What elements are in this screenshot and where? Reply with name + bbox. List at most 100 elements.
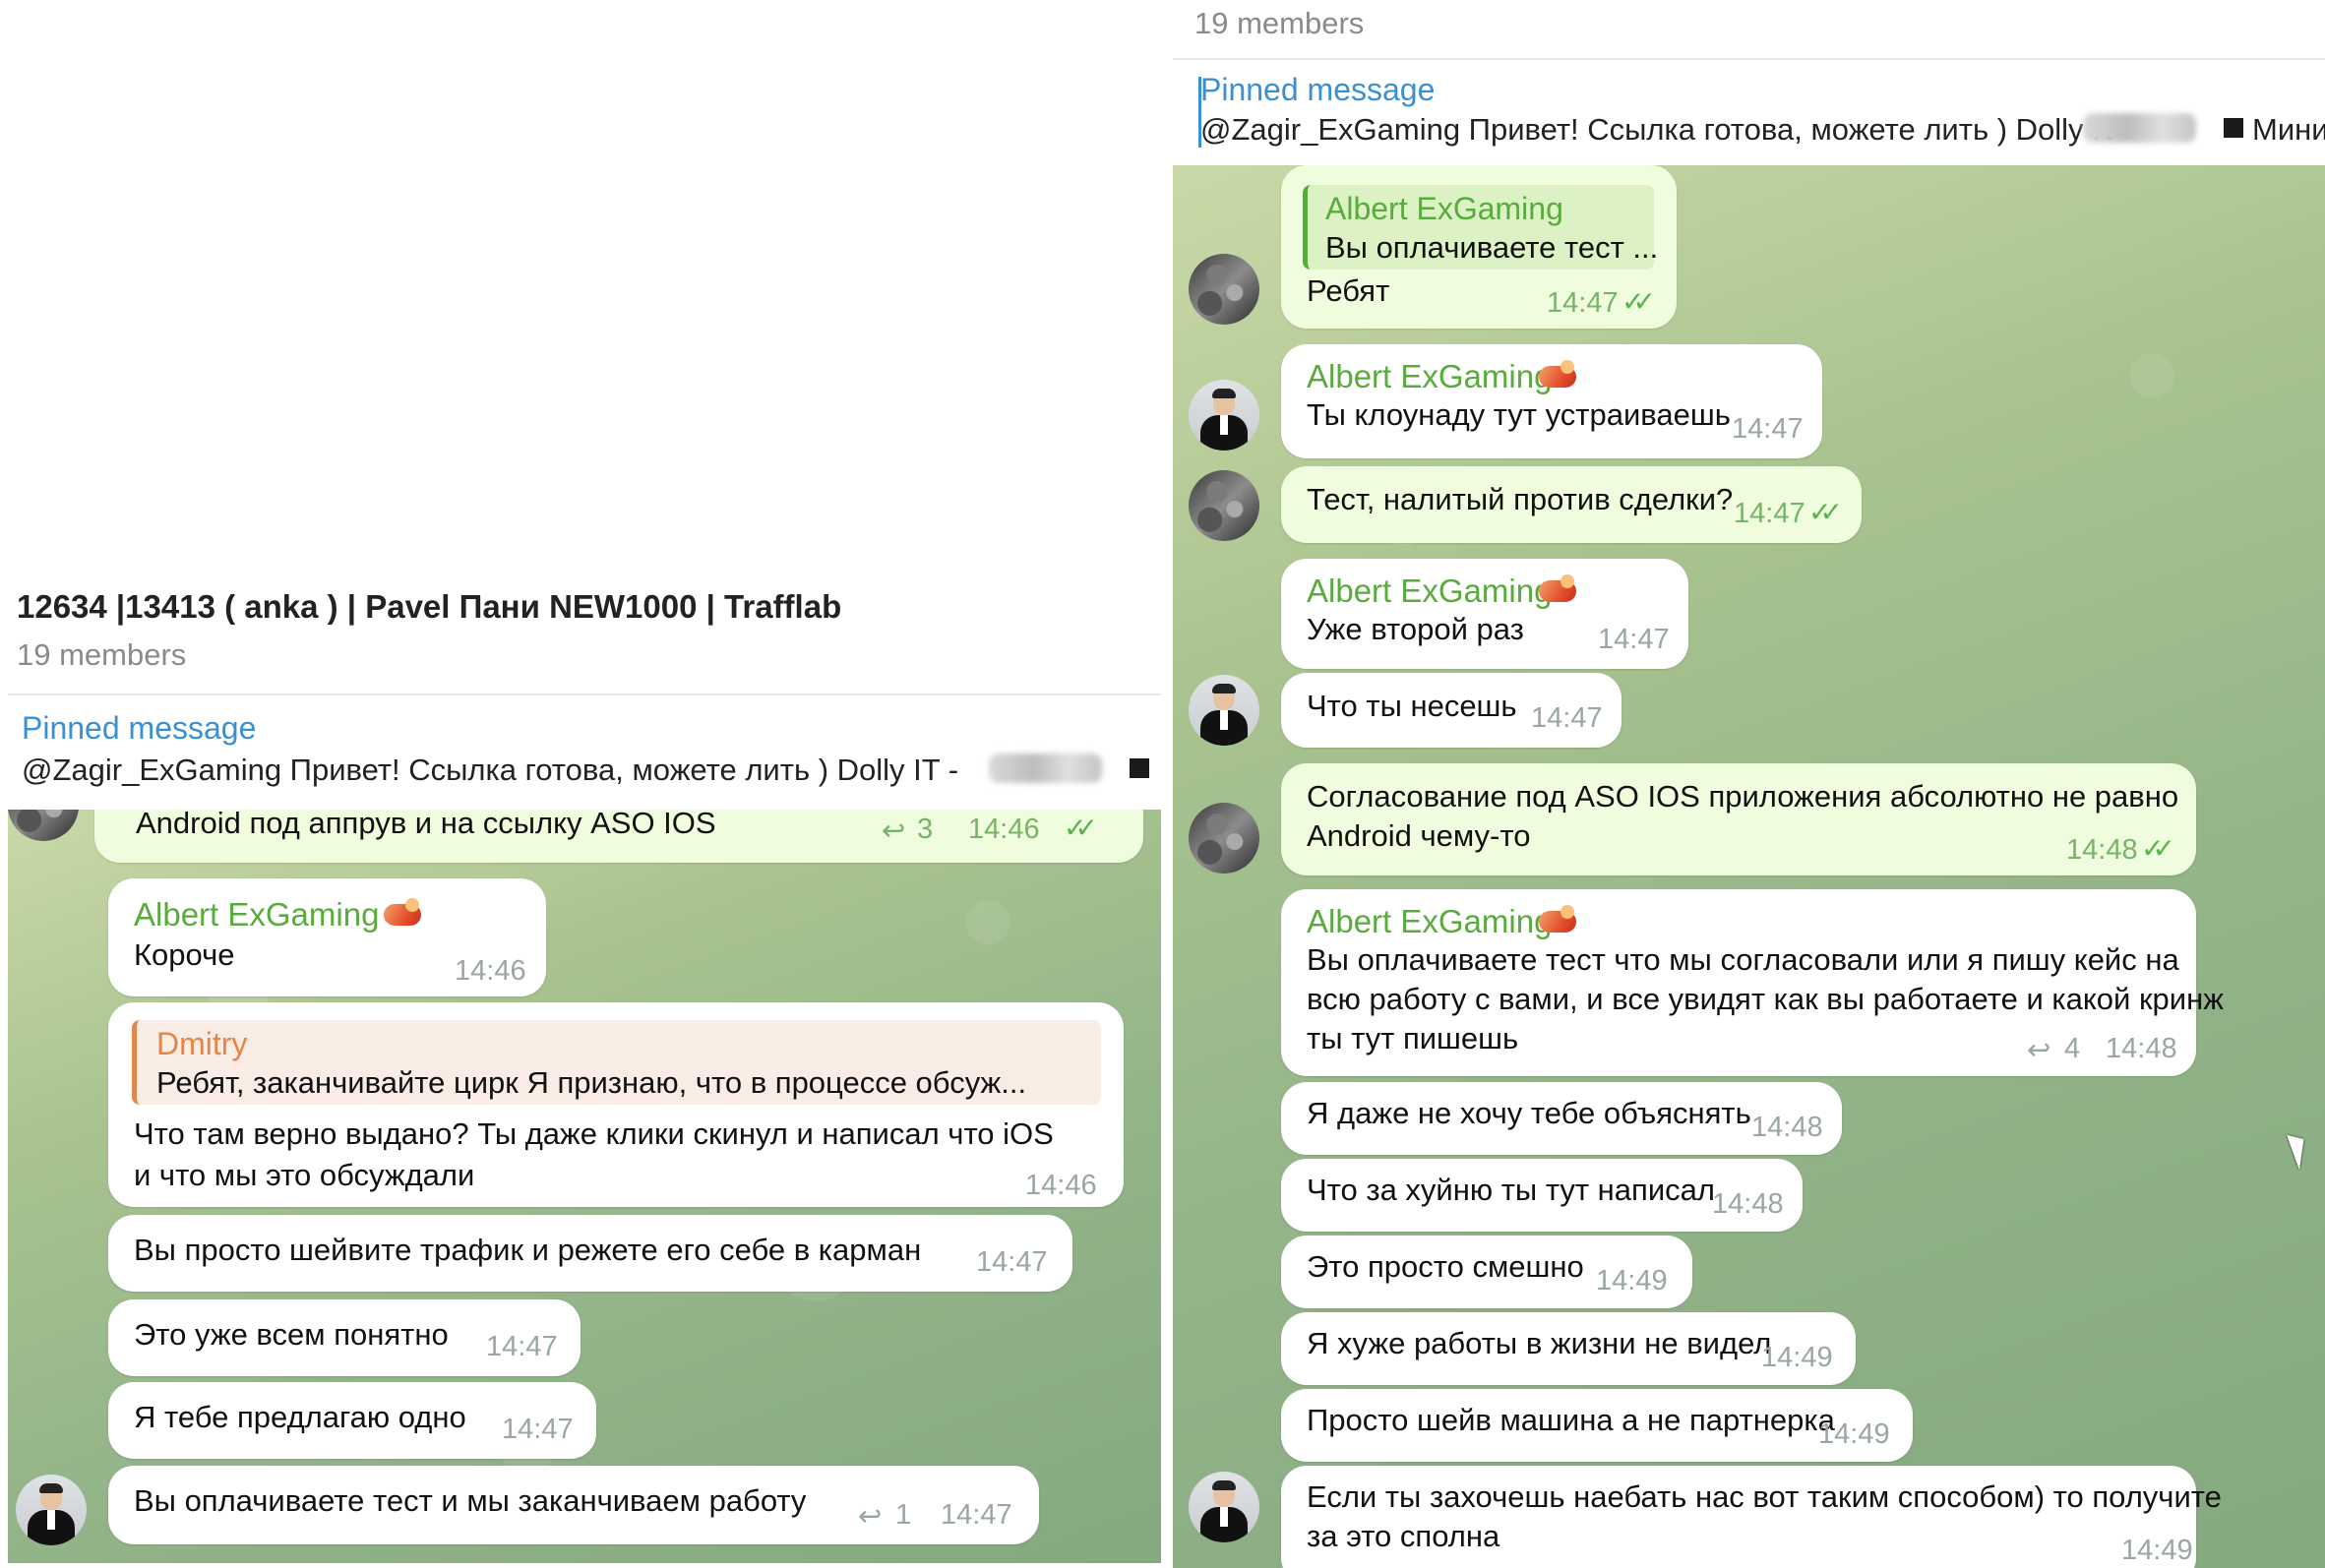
avatar[interactable]	[1189, 470, 1259, 541]
message-bubble[interactable]: Это просто смешно 14:49	[1281, 1236, 1692, 1308]
handshake-emoji-icon	[1539, 905, 1576, 933]
avatar[interactable]	[1189, 1472, 1259, 1542]
reply-quote[interactable]: Albert ExGaming Вы оплачиваете тест ...	[1303, 185, 1658, 270]
message-text-line2: Android чему-то	[1307, 818, 1531, 853]
avatar[interactable]	[1189, 675, 1259, 746]
message-time: 14:48	[2066, 834, 2138, 866]
message-text: Ты клоунаду тут устраиваешь	[1307, 397, 1731, 432]
double-check-icon: ✓✓	[1064, 813, 1098, 843]
message-bubble[interactable]: Я тебе предлагаю одно 14:47	[108, 1382, 596, 1459]
avatar[interactable]	[16, 1475, 87, 1545]
message-bubble[interactable]: Тест, налитый против сделки? 14:47 ✓✓	[1281, 466, 1862, 543]
message-text-line1: Согласование под ASO IOS приложения абсо…	[1307, 779, 2179, 814]
sender-name[interactable]: Albert ExGaming	[1307, 903, 1552, 940]
message-bubble[interactable]: Albert ExGaming Вы оплачиваете тест ... …	[1281, 165, 1677, 329]
message-text-line2: за это сполна	[1307, 1519, 1500, 1553]
header-divider	[1173, 58, 2325, 60]
pinned-label: Pinned message	[1200, 72, 1436, 107]
pinned-text-tail: Мини	[2252, 112, 2325, 147]
reply-arrow-icon[interactable]: ↩	[858, 1499, 882, 1534]
message-text: Вы просто шейвите трафик и режете его се…	[134, 1233, 922, 1267]
message-time: 14:49	[1761, 1342, 1833, 1373]
message-bubble[interactable]: Albert ExGaming Уже второй раз 14:47	[1281, 559, 1688, 669]
message-time: 14:48	[1751, 1112, 1823, 1143]
pinned-text: @Zagir_ExGaming Привет! Ссылка готова, м…	[22, 753, 959, 787]
sender-name[interactable]: Albert ExGaming	[134, 896, 379, 934]
message-time: 14:47	[1732, 413, 1804, 445]
reply-quote[interactable]: Dmitry Ребят, заканчивайте цирк Я призна…	[132, 1020, 1101, 1105]
quote-text: Вы оплачиваете тест ...	[1325, 230, 1659, 265]
double-check-icon: ✓✓	[2141, 833, 2175, 864]
message-text: Что за хуйню ты тут написал	[1307, 1173, 1715, 1207]
message-bubble[interactable]: Dmitry Ребят, заканчивайте цирк Я призна…	[108, 1002, 1124, 1207]
header-divider	[8, 694, 1161, 695]
message-bubble[interactable]: Вы оплачиваете тест и мы заканчиваем раб…	[108, 1466, 1039, 1544]
pin-square-icon[interactable]	[1130, 758, 1149, 778]
message-bubble[interactable]: Albert ExGaming Вы оплачиваете тест что …	[1281, 889, 2224, 1076]
message-text: Что ты несешь	[1307, 689, 1517, 723]
message-time: 14:47	[941, 1499, 1012, 1531]
avatar[interactable]	[1189, 254, 1259, 325]
message-time: 14:47	[502, 1414, 574, 1445]
quote-sender: Dmitry	[156, 1026, 248, 1061]
message-bubble[interactable]: Согласование под ASO IOS приложения абсо…	[1281, 763, 2196, 875]
reply-arrow-icon[interactable]: ↩	[2027, 1033, 2050, 1067]
message-time: 14:47	[976, 1246, 1048, 1278]
message-time: 14:47	[486, 1331, 558, 1362]
message-text: Я хуже работы в жизни не видел	[1307, 1326, 1772, 1360]
message-time: 14:49	[2121, 1535, 2193, 1566]
avatar[interactable]	[8, 810, 79, 841]
right-chat-window: 19 members Pinned message @Zagir_ExGamin…	[1173, 0, 2325, 1568]
message-bubble[interactable]: Albert ExGaming Короче 14:46	[108, 878, 546, 996]
message-text-line2: всю работу с вами, и все увидят как вы р…	[1307, 982, 2224, 1016]
left-chat-window: 12634 |13413 ( anka ) | Pavel Пани NEW10…	[0, 0, 1161, 1568]
message-text-line2: и что мы это обсуждали	[134, 1158, 475, 1192]
message-time: 14:48	[1712, 1188, 1784, 1220]
message-bubble[interactable]: Просто шейв машина а не партнерка 14:49	[1281, 1389, 1913, 1462]
message-text: Ребят	[1307, 273, 1390, 308]
message-bubble[interactable]: Что ты несешь 14:47	[1281, 673, 1621, 748]
reply-arrow-icon[interactable]: ↩	[882, 814, 905, 848]
avatar[interactable]	[1189, 380, 1259, 451]
message-time: 14:47	[1734, 498, 1805, 529]
message-time: 14:47	[1598, 624, 1670, 655]
chat-message-area[interactable]: Albert ExGaming Вы оплачиваете тест ... …	[1173, 165, 2325, 1568]
message-bubble[interactable]: Если ты захочешь наебать нас вот таким с…	[1281, 1466, 2222, 1568]
chat-title[interactable]: 12634 |13413 ( anka ) | Pavel Пани NEW10…	[17, 588, 841, 626]
message-text-line1: Что там верно выдано? Ты даже клики скин…	[134, 1116, 1054, 1151]
message-text-line1: Вы оплачиваете тест что мы согласовали и…	[1307, 942, 2179, 977]
blurred-text	[2083, 113, 2196, 143]
message-time: 14:46	[1025, 1170, 1097, 1201]
message-bubble[interactable]: Это уже всем понятно 14:47	[108, 1299, 581, 1376]
pin-square-icon[interactable]	[2224, 118, 2243, 138]
message-bubble[interactable]: Вы просто шейвите трафик и режете его се…	[108, 1215, 1072, 1292]
message-time: 14:49	[1818, 1418, 1890, 1450]
double-check-icon: ✓✓	[1621, 286, 1656, 317]
message-time: 14:46	[455, 955, 526, 987]
message-time: 14:47	[1547, 287, 1619, 319]
mouse-cursor-icon	[2286, 1129, 2314, 1171]
handshake-emoji-icon	[1539, 574, 1576, 602]
sender-name[interactable]: Albert ExGaming	[1307, 358, 1552, 395]
pinned-text: @Zagir_ExGaming Привет! Ссылка готова, м…	[1200, 112, 2138, 147]
sender-name[interactable]: Albert ExGaming	[1307, 573, 1552, 610]
handshake-emoji-icon	[384, 898, 421, 926]
message-text: Android под аппрув и на ссылку ASO IOS	[136, 810, 716, 840]
reply-count: 4	[2064, 1033, 2081, 1064]
blurred-text	[989, 754, 1102, 783]
message-bubble[interactable]: Я хуже работы в жизни не видел 14:49	[1281, 1312, 1856, 1385]
reply-count: 1	[895, 1499, 912, 1531]
message-text: Я тебе предлагаю одно	[134, 1400, 466, 1434]
members-count: 19 members	[1194, 6, 1365, 40]
pinned-label: Pinned message	[22, 710, 257, 746]
members-count: 19 members	[17, 637, 187, 672]
avatar[interactable]	[1189, 803, 1259, 874]
chat-message-area[interactable]: Android под аппрув и на ссылку ASO IOS ↩…	[8, 810, 1161, 1563]
message-bubble[interactable]: Я даже не хочу тебе объяснять 14:48	[1281, 1082, 1842, 1155]
message-time: 14:47	[1531, 702, 1603, 734]
message-bubble[interactable]: Android под аппрув и на ссылку ASO IOS ↩…	[94, 810, 1143, 863]
message-bubble[interactable]: Albert ExGaming Ты клоунаду тут устраива…	[1281, 344, 1822, 458]
message-text: Уже второй раз	[1307, 612, 1524, 646]
message-text: Это уже всем понятно	[134, 1317, 449, 1352]
message-bubble[interactable]: Что за хуйню ты тут написал 14:48	[1281, 1159, 1803, 1232]
